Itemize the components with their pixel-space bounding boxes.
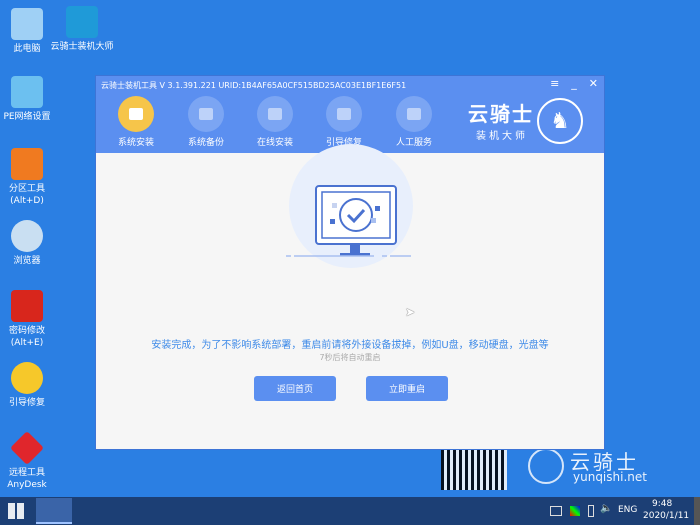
desktop-icon-password-tool[interactable]: 密码修改 (Alt+E) [0,290,59,349]
restart-now-button[interactable]: 立即重启 [366,376,448,401]
countdown-text: 7秒后将自动重启 [319,353,381,362]
completion-message: 安装完成，为了不影响系统部署，重启前请将外接设备拔掉，例如U盘，移动硬盘，光盘等 [151,340,549,351]
network-icon [11,76,43,108]
start-button[interactable] [8,503,24,519]
install-icon [118,96,154,132]
window-title: 云骑士装机工具 V 3.1.391.221 URID:1B4AF65A0CF51… [101,81,407,90]
chat-icon [396,96,432,132]
tab-manual-service[interactable]: 人工服务 [384,96,444,148]
installer-window: 云骑士装机工具 V 3.1.391.221 URID:1B4AF65A0CF51… [95,75,605,450]
color-tray-icon[interactable] [570,506,580,516]
watermark-knight-icon [528,448,564,484]
mouse-cursor: ➤ [405,305,416,319]
key-icon [11,290,43,322]
qr-code [441,448,507,490]
toolbox-icon [326,96,362,132]
desktop-icon-pe-network[interactable]: PE网络设置 [0,76,59,123]
language-indicator[interactable]: ENG [618,505,637,515]
desktop-icon-boot-repair[interactable]: 引导修复 [0,362,59,409]
computer-icon [11,8,43,40]
knight-logo-icon [66,6,98,38]
taskbar-app-yunqishi[interactable] [36,498,72,524]
monitor-check-icon [286,185,411,257]
desktop-icon-browser[interactable]: 浏览器 [0,220,59,267]
network-tray-icon[interactable] [550,506,562,516]
diskgenius-icon [11,148,43,180]
show-desktop-button[interactable] [694,497,700,525]
watermark-url: yunqishi.net [573,470,647,484]
menu-button[interactable]: ≡ [550,77,559,90]
knight-logo-icon: ♞ [537,98,583,144]
clock-time[interactable]: 9:48 [652,499,672,509]
download-icon [257,96,293,132]
usb-tray-icon[interactable] [588,505,594,517]
desktop-icon-yunqishi[interactable]: 云骑士装机大师 [50,6,114,53]
tab-system-install[interactable]: 系统安装 [106,96,166,148]
close-button[interactable]: ✕ [589,77,598,90]
tab-system-backup[interactable]: 系统备份 [176,96,236,148]
globe-icon [11,220,43,252]
anydesk-icon [10,431,44,465]
tab-boot-repair[interactable]: 引导修复 [314,96,374,148]
tab-online-install[interactable]: 在线安装 [245,96,305,148]
minimize-button[interactable]: _ [571,77,577,90]
brand-logo: 云骑士 装机大师 [468,102,534,142]
backup-icon [188,96,224,132]
desktop-icon-partition-tool[interactable]: 分区工具 (Alt+D) [0,148,59,207]
taskbar: 🔈 ENG 9:48 2020/1/11 [0,497,700,525]
pinwheel-icon [11,362,43,394]
volume-icon[interactable]: 🔈 [600,503,612,514]
back-home-button[interactable]: 返回首页 [254,376,336,401]
desktop-icon-anydesk[interactable]: 远程工具 AnyDesk [0,431,59,491]
window-header: 云骑士装机工具 V 3.1.391.221 URID:1B4AF65A0CF51… [96,76,604,153]
clock-date[interactable]: 2020/1/11 [643,511,689,521]
